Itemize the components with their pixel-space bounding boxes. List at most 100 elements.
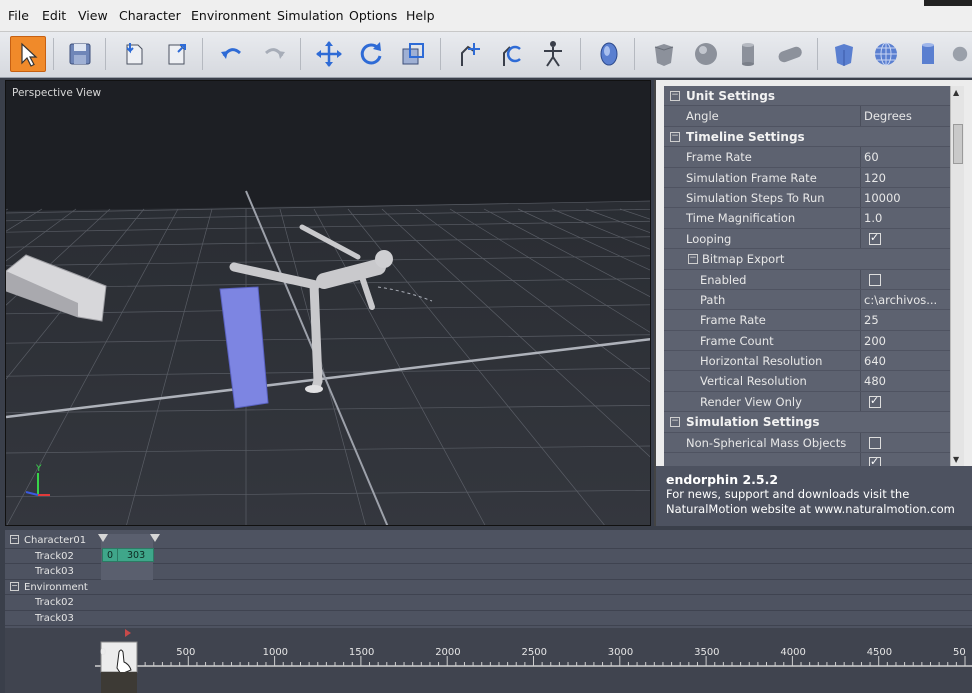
move-button[interactable] bbox=[311, 36, 347, 72]
character-rotate-icon bbox=[503, 45, 521, 66]
toolbar-separator bbox=[817, 38, 818, 70]
collapse-toggle-icon[interactable]: − bbox=[10, 581, 19, 591]
collapse-toggle-icon[interactable]: − bbox=[670, 91, 680, 101]
cylinder-object-button[interactable] bbox=[730, 36, 766, 72]
cube-environment-button[interactable] bbox=[826, 36, 862, 72]
collapse-toggle-icon[interactable]: − bbox=[10, 535, 19, 544]
ruler-tick-label: 0 bbox=[100, 647, 106, 658]
save-button[interactable] bbox=[62, 36, 98, 72]
property-row[interactable]: Time Magnification 1.0 bbox=[664, 208, 950, 229]
property-row[interactable]: Non-Spherical Mass Objects bbox=[664, 432, 950, 454]
property-row[interactable]: Render View Only bbox=[664, 391, 950, 413]
property-row[interactable]: Path c:\archivos... bbox=[664, 289, 950, 311]
property-name: Timeline Settings bbox=[686, 129, 805, 144]
properties-panel: − Unit Settings Angle Degrees − Timeline Sett… bbox=[654, 80, 972, 526]
property-value[interactable]: 120 bbox=[864, 171, 948, 185]
character-rotate-button[interactable] bbox=[493, 36, 529, 72]
menu-simulation[interactable]: Simulation bbox=[277, 8, 344, 23]
undo-arrow-icon bbox=[221, 48, 241, 59]
floppy-disk-icon bbox=[69, 43, 91, 65]
ruler-tick-label: 500 bbox=[176, 647, 195, 658]
property-value[interactable]: Degrees bbox=[864, 109, 948, 123]
column-environment-button[interactable] bbox=[910, 36, 946, 72]
timeline-ruler[interactable]: 0 500 1000 1500 2000 2500 3000 3500 4000 4500 50 bbox=[5, 628, 972, 693]
perspective-viewport[interactable]: Y Perspective View bbox=[5, 80, 651, 526]
collapse-toggle-icon[interactable]: − bbox=[688, 254, 698, 265]
more-tools-button[interactable] bbox=[948, 36, 972, 72]
scroll-up-icon[interactable]: ▲ bbox=[953, 88, 959, 97]
menu-view[interactable]: View bbox=[78, 8, 108, 23]
globe-environment-button[interactable] bbox=[868, 36, 904, 72]
menu-file[interactable]: File bbox=[8, 8, 29, 23]
character-head bbox=[375, 250, 393, 268]
property-checkbox[interactable] bbox=[869, 436, 881, 449]
property-row[interactable]: Simulation Frame Rate 120 bbox=[664, 167, 950, 188]
collapse-toggle-icon[interactable]: − bbox=[670, 131, 680, 142]
scroll-thumb[interactable] bbox=[953, 124, 963, 164]
ruler-canvas: 0 500 1000 1500 2000 2500 3000 3500 4000 4500 50 bbox=[95, 629, 972, 693]
character-button[interactable] bbox=[535, 36, 571, 72]
property-section[interactable]: − Simulation Settings bbox=[664, 412, 950, 433]
capsule-object-button[interactable] bbox=[772, 36, 808, 72]
character-move-button[interactable] bbox=[451, 36, 487, 72]
menu-environment[interactable]: Environment bbox=[191, 8, 271, 23]
capsule-shape-icon bbox=[778, 46, 802, 63]
property-checkbox[interactable] bbox=[869, 273, 881, 286]
property-row[interactable]: Horizontal Resolution 640 bbox=[664, 351, 950, 372]
menu-character[interactable]: Character bbox=[119, 8, 181, 23]
redo-button[interactable] bbox=[256, 36, 292, 72]
menu-bar: File Edit View Character Environment Sim… bbox=[0, 0, 972, 32]
timeline-track-label: Track02 bbox=[35, 597, 74, 608]
move-arrows-icon bbox=[316, 41, 342, 67]
property-row[interactable]: Simulation Steps To Run 10000 bbox=[664, 187, 950, 209]
property-checkbox[interactable] bbox=[869, 231, 881, 245]
property-row[interactable]: Frame Rate 60 bbox=[664, 147, 950, 168]
property-section[interactable]: − Unit Settings bbox=[664, 86, 950, 107]
property-row[interactable]: Frame Count 200 bbox=[664, 330, 950, 352]
head-object-button[interactable] bbox=[591, 36, 627, 72]
select-tool-button[interactable] bbox=[10, 36, 46, 72]
property-row[interactable]: Looping bbox=[664, 228, 950, 250]
scroll-down-icon[interactable]: ▼ bbox=[953, 455, 959, 464]
collapse-toggle-icon[interactable]: − bbox=[670, 417, 680, 428]
property-row[interactable] bbox=[664, 453, 950, 466]
menu-edit[interactable]: Edit bbox=[42, 8, 66, 23]
property-row[interactable]: Frame Rate 25 bbox=[664, 310, 950, 331]
property-value[interactable]: 10000 bbox=[864, 191, 948, 205]
rotate-button[interactable] bbox=[353, 36, 389, 72]
property-checkbox[interactable] bbox=[869, 455, 881, 466]
menu-help[interactable]: Help bbox=[406, 8, 435, 23]
property-row[interactable]: Enabled bbox=[664, 269, 950, 290]
export-button[interactable] bbox=[158, 36, 194, 72]
timeline-track-row[interactable]: Track02 bbox=[5, 595, 972, 611]
property-value[interactable]: 200 bbox=[864, 334, 948, 348]
property-value[interactable]: 1.0 bbox=[864, 211, 948, 225]
menu-options[interactable]: Options bbox=[349, 8, 397, 23]
box-object-button[interactable] bbox=[646, 36, 682, 72]
property-value[interactable]: 640 bbox=[864, 354, 948, 368]
property-value[interactable]: c:\archivos... bbox=[864, 293, 948, 307]
property-checkbox[interactable] bbox=[869, 394, 881, 408]
property-row[interactable]: − Bitmap Export bbox=[664, 249, 950, 270]
property-name: Path bbox=[700, 292, 726, 307]
property-row[interactable]: Angle Degrees bbox=[664, 106, 950, 127]
column-icon bbox=[922, 43, 934, 64]
property-value[interactable]: 480 bbox=[864, 374, 948, 388]
undo-button[interactable] bbox=[214, 36, 250, 72]
property-name: Render View Only bbox=[700, 394, 802, 409]
scale-button[interactable] bbox=[395, 36, 431, 72]
ruler-tick-label: 4000 bbox=[780, 647, 805, 658]
property-scrollbar[interactable]: ▲ ▼ bbox=[950, 86, 964, 466]
property-section[interactable]: − Timeline Settings bbox=[664, 126, 950, 148]
open-button[interactable] bbox=[116, 36, 152, 72]
property-value[interactable]: 60 bbox=[864, 150, 948, 164]
timeline-group-row[interactable]: − Environment bbox=[5, 580, 972, 595]
property-row[interactable]: Vertical Resolution 480 bbox=[664, 371, 950, 392]
range-markers[interactable] bbox=[95, 532, 165, 544]
toolbar-separator bbox=[580, 38, 581, 70]
property-value[interactable]: 25 bbox=[864, 313, 948, 327]
document-import-icon bbox=[126, 43, 143, 65]
animation-clip[interactable]: 0 303 bbox=[102, 548, 154, 562]
sphere-object-button[interactable] bbox=[688, 36, 724, 72]
timeline-track-row[interactable]: Track03 bbox=[5, 611, 972, 626]
